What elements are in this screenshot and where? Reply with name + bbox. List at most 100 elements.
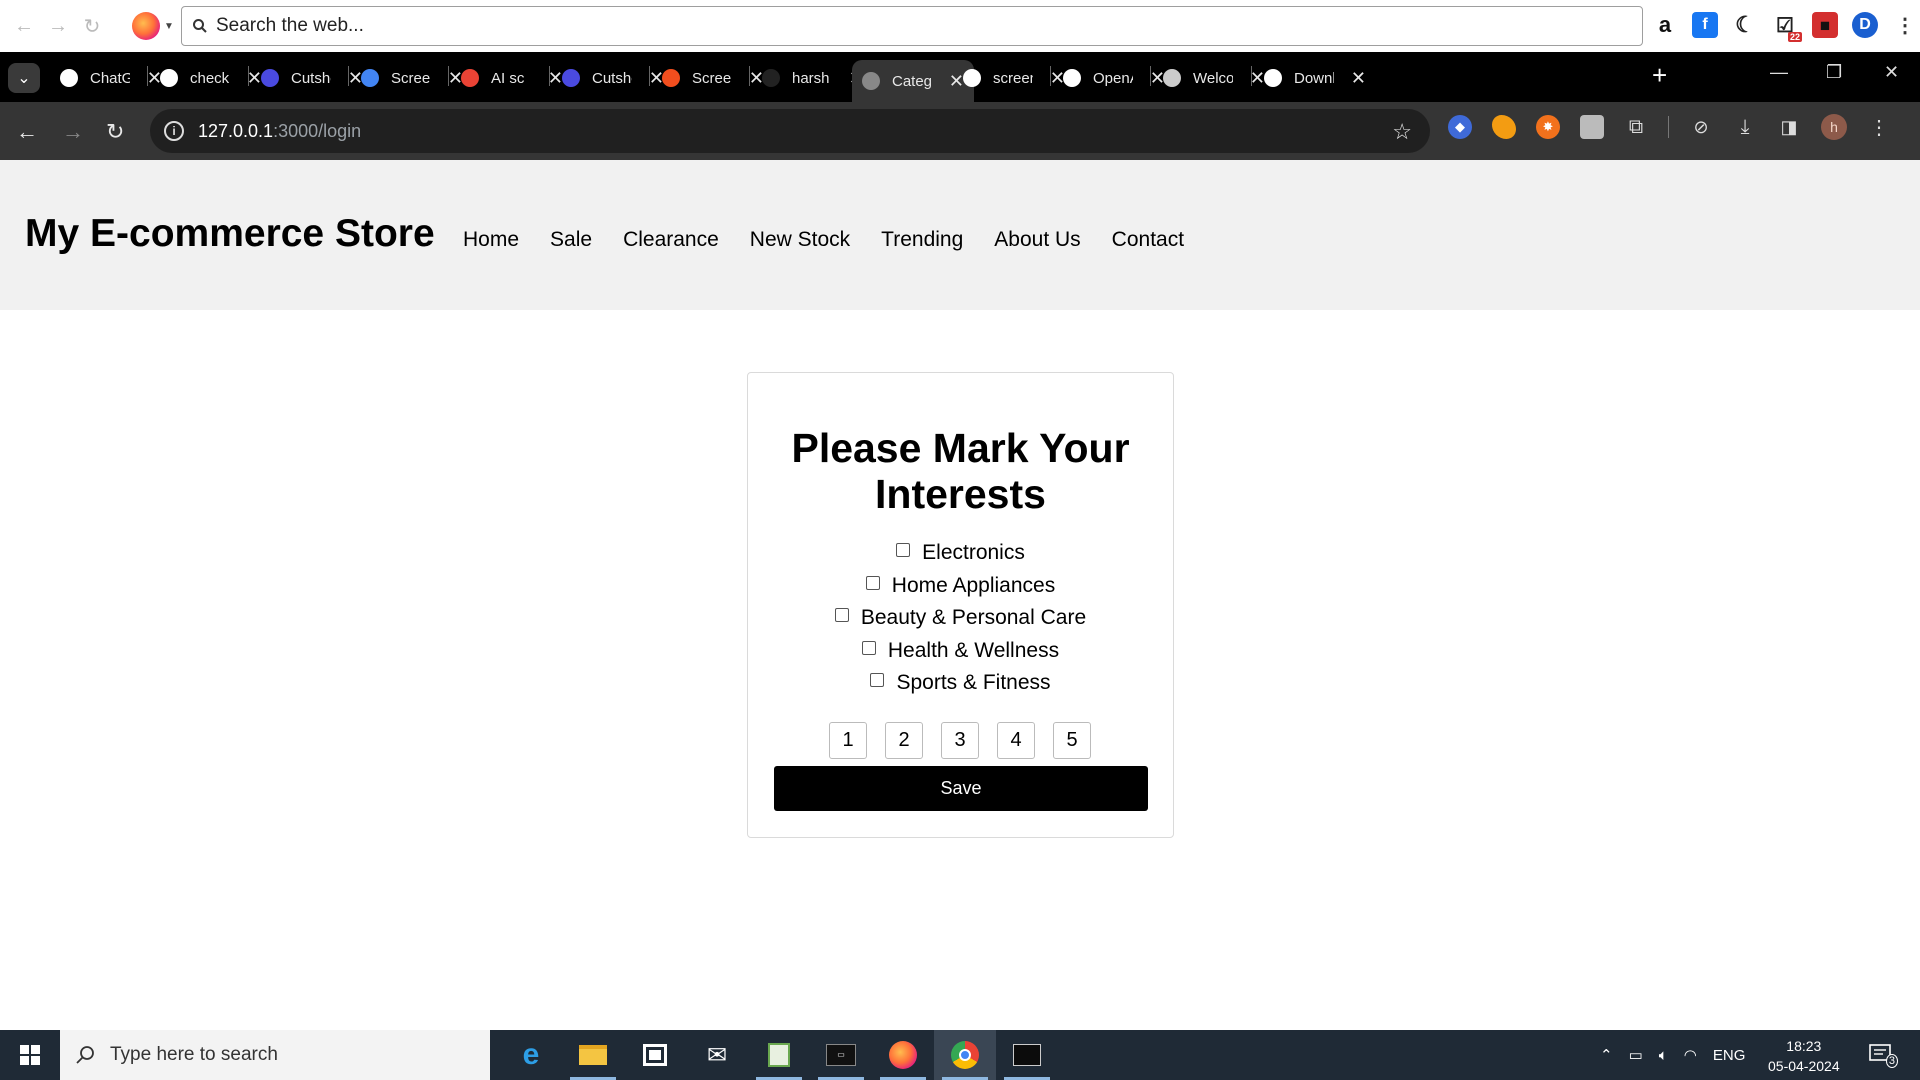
tab-separator [749, 66, 750, 86]
browser-tab[interactable]: Downloads ✕ [1254, 60, 1376, 96]
top-toolbar: ← → ↻ ▼ Search the web... a f ☾ ☑ 22 ◼ D … [0, 0, 1920, 52]
file-explorer-icon[interactable] [562, 1030, 624, 1080]
extension-orange-icon[interactable]: ✸ [1536, 115, 1560, 139]
clock[interactable]: 18:23 05-04-2024 [1768, 1036, 1840, 1076]
profile-avatar[interactable]: h [1821, 114, 1847, 140]
chrome-menu-icon[interactable]: ⋮ [1867, 115, 1891, 139]
interest-sports-fitness[interactable]: Sports & Fitness [870, 671, 1051, 696]
nav-link-home[interactable]: Home [463, 228, 519, 252]
notepad-plus-icon[interactable] [748, 1030, 810, 1080]
url-bar[interactable]: i 127.0.0.1:3000/login ☆ [150, 109, 1430, 153]
language-indicator[interactable]: ENG [1713, 1047, 1746, 1064]
site-info-icon[interactable]: i [164, 121, 184, 141]
chevron-up-icon[interactable]: ⌃ [1600, 1046, 1613, 1064]
restore-icon[interactable]: ❐ [1826, 62, 1842, 83]
tab-separator [1050, 66, 1051, 86]
windows-start-icon[interactable] [0, 1030, 60, 1080]
save-button[interactable]: Save [774, 766, 1148, 811]
edge-icon[interactable]: e [500, 1030, 562, 1080]
nav-link-clearance[interactable]: Clearance [623, 228, 719, 252]
profile-d-icon[interactable]: D [1852, 12, 1878, 38]
address-bar-row: ← → ↻ i 127.0.0.1:3000/login ☆ ◆ ✸ ⧉ ⊘ ⤓… [0, 102, 1920, 160]
nav-link-contact[interactable]: Contact [1112, 228, 1184, 252]
side-panel-icon[interactable]: ◨ [1777, 115, 1801, 139]
tab-title: harsh [792, 69, 830, 87]
nav-link-new-stock[interactable]: New Stock [750, 228, 850, 252]
interest-health-wellness[interactable]: Health & Wellness [861, 639, 1059, 664]
tab-title: ChatGPT [90, 69, 130, 87]
checkbox[interactable] [861, 640, 876, 655]
extensions-puzzle-icon[interactable]: ⧉ [1624, 115, 1648, 139]
forward-arrow-icon[interactable]: → [44, 12, 72, 40]
battery-icon[interactable]: ▭ [1629, 1046, 1643, 1064]
tab-separator [1251, 66, 1252, 86]
todo-badge: 22 [1787, 32, 1802, 42]
reload-icon[interactable]: ↻ [78, 12, 106, 40]
firefox-taskbar-icon[interactable] [872, 1030, 934, 1080]
site-nav: Home Sale Clearance New Stock Trending A… [463, 228, 1184, 252]
chatgpt-icon [60, 69, 78, 87]
page-button-3[interactable]: 3 [941, 722, 979, 759]
forward-icon[interactable]: → [62, 119, 84, 145]
extension-flame-icon[interactable] [1492, 115, 1516, 139]
notifications-icon[interactable]: 3 [1868, 1042, 1898, 1068]
nav-link-trending[interactable]: Trending [881, 228, 963, 252]
page-button-5[interactable]: 5 [1053, 722, 1091, 759]
tab-separator [248, 66, 249, 86]
back-icon[interactable]: ← [16, 119, 38, 145]
gmail-icon [461, 69, 479, 87]
nav-link-sale[interactable]: Sale [550, 228, 592, 252]
chrome-taskbar-icon[interactable] [934, 1030, 996, 1080]
checkbox[interactable] [896, 543, 911, 558]
tab-search-chevron-icon[interactable]: ⌄ [8, 63, 40, 93]
amazon-icon[interactable]: a [1652, 12, 1678, 38]
bookmark-star-icon[interactable]: ☆ [1392, 119, 1412, 145]
form-heading: Please Mark Your Interests [791, 425, 1130, 517]
minimize-icon[interactable]: — [1770, 62, 1788, 83]
page-button-2[interactable]: 2 [885, 722, 923, 759]
close-tab-icon[interactable]: ✕ [1351, 68, 1366, 89]
openai-icon [1063, 69, 1081, 87]
page-button-4[interactable]: 4 [997, 722, 1035, 759]
web-search-input[interactable]: Search the web... [181, 6, 1643, 46]
tab-title: check [190, 69, 230, 87]
close-window-icon[interactable]: ✕ [1884, 62, 1899, 83]
taskbar-search-placeholder: Type here to search [110, 1044, 278, 1065]
todo-check-icon[interactable]: ☑ 22 [1772, 12, 1802, 42]
tab-title: Welcome [1193, 69, 1233, 87]
facebook-icon[interactable]: f [1692, 12, 1718, 38]
interest-beauty-personal-care[interactable]: Beauty & Personal Care [834, 606, 1086, 631]
store-icon[interactable] [624, 1030, 686, 1080]
new-tab-plus-icon[interactable]: + [1652, 60, 1667, 91]
download-icon[interactable]: ⤓ [1733, 115, 1757, 139]
chevron-down-icon[interactable]: ▼ [164, 21, 174, 32]
pdf-extension-icon[interactable]: ◼ [1812, 12, 1838, 38]
interests-card: Please Mark Your Interests Electronics H… [747, 372, 1174, 838]
reload-icon[interactable]: ↻ [106, 119, 124, 145]
dark-mode-moon-icon[interactable]: ☾ [1732, 12, 1758, 38]
checkbox[interactable] [865, 575, 880, 590]
volume-icon[interactable]: 🔈︎ [1659, 1047, 1668, 1064]
extension-card-icon[interactable] [1580, 115, 1604, 139]
notification-count: 3 [1885, 1054, 1898, 1068]
interest-electronics[interactable]: Electronics [896, 541, 1025, 566]
back-arrow-icon[interactable]: ← [10, 12, 38, 40]
checkbox[interactable] [870, 673, 885, 688]
tab-separator [649, 66, 650, 86]
nav-link-about-us[interactable]: About Us [994, 228, 1080, 252]
url-text: 127.0.0.1:3000/login [198, 120, 362, 141]
terminal-icon[interactable] [996, 1030, 1058, 1080]
tab-title: Downloads [1294, 69, 1334, 87]
performance-icon[interactable]: ⊘ [1689, 115, 1713, 139]
mysql-workbench-icon[interactable]: ▭ [810, 1030, 872, 1080]
wifi-icon[interactable]: ◠ [1684, 1046, 1697, 1064]
extension-shield-icon[interactable]: ◆ [1448, 115, 1472, 139]
tab-separator [448, 66, 449, 86]
page-button-1[interactable]: 1 [829, 722, 867, 759]
firefox-logo-icon[interactable] [132, 12, 160, 40]
taskbar-search-input[interactable]: Type here to search [60, 1030, 490, 1080]
menu-dots-icon[interactable]: ⋮ [1892, 12, 1918, 38]
mail-icon[interactable]: ✉ [686, 1030, 748, 1080]
interest-home-appliances[interactable]: Home Appliances [865, 574, 1055, 599]
checkbox[interactable] [834, 608, 849, 623]
